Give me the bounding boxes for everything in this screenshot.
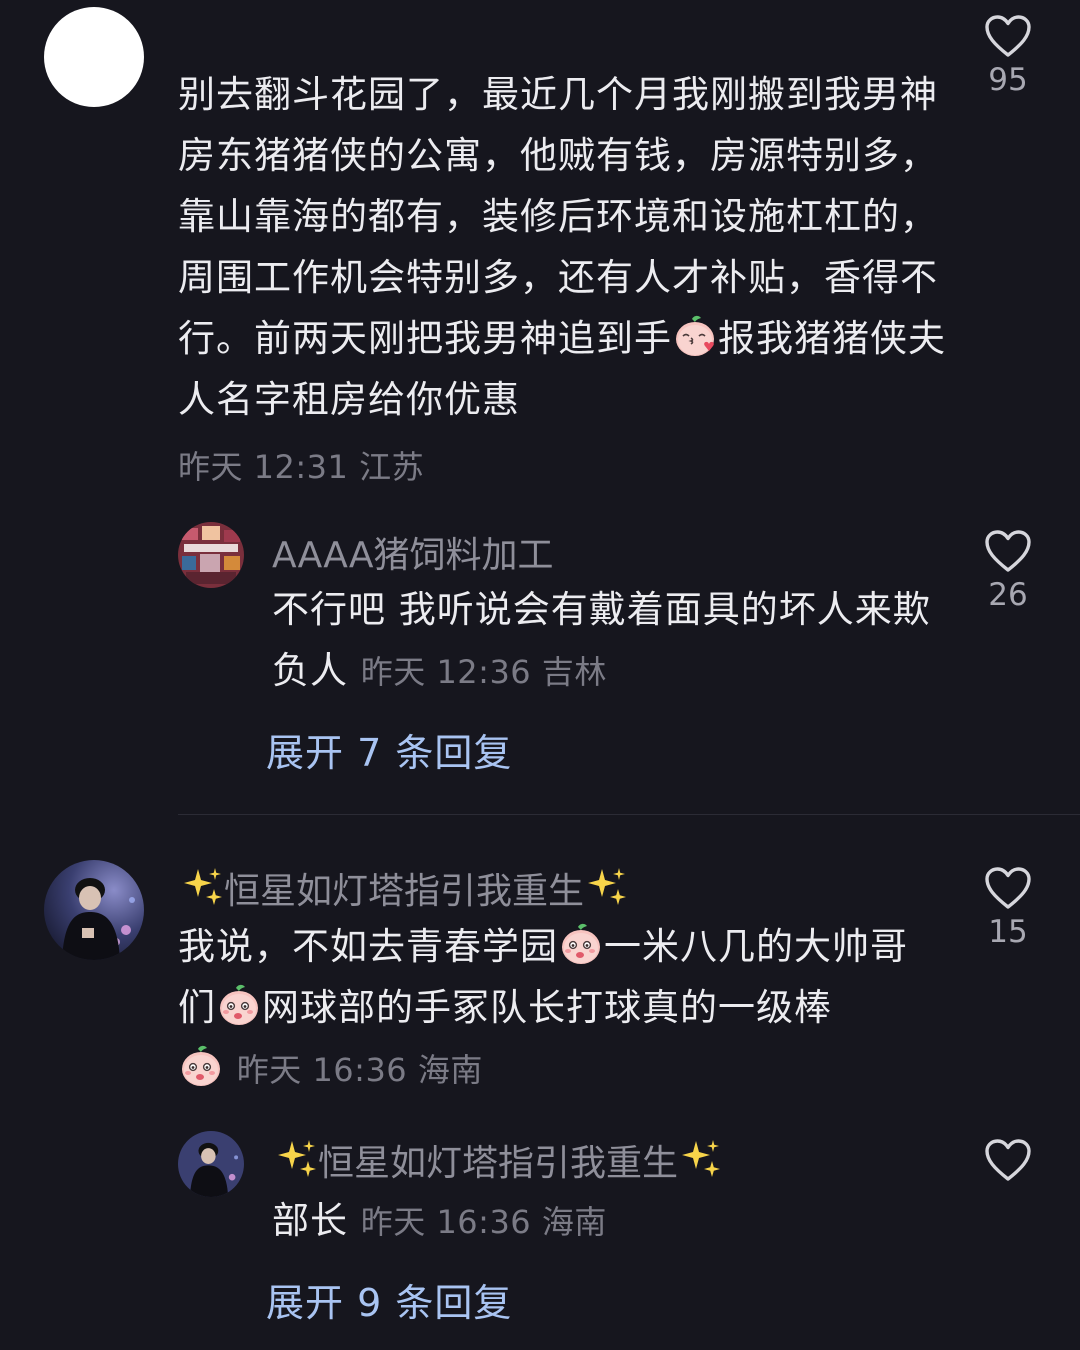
peach-face-emoji [178, 1043, 224, 1089]
username-text: 恒星如灯塔指引我重生 [318, 1143, 679, 1184]
reply-text: 部长 昨天 16:36 海南 [272, 1190, 932, 1253]
like-count: 15 [988, 914, 1028, 950]
reply-text-content: 部长 [272, 1199, 348, 1242]
peach-face-emoji [558, 921, 604, 967]
comment-meta: 昨天 12:31 江苏 [178, 448, 425, 486]
like-button[interactable]: 15 [978, 866, 1038, 950]
sparkles-emoji [678, 1137, 722, 1181]
reply-meta: 昨天 12:36 吉林 [360, 653, 607, 691]
sparkles-emoji [180, 865, 224, 909]
like-button[interactable]: 26 [978, 529, 1038, 613]
peach-kiss-emoji [672, 313, 718, 359]
heart-icon [984, 866, 1032, 910]
comment-text-part: 网球部的手冢队长打球真的一级棒 [262, 986, 832, 1029]
comment-text: 别去翻斗花园了，最近几个月我刚搬到我男神房东猪猪侠的公寓，他贼有钱，房源特别多，… [178, 64, 948, 430]
expand-replies-button[interactable]: 展开 7 条回复 [266, 722, 512, 777]
peach-face-emoji [216, 982, 262, 1028]
username-text: 恒星如灯塔指引我重生 [224, 871, 585, 912]
like-button[interactable]: 95 [978, 14, 1038, 98]
like-button[interactable] [978, 1138, 1038, 1182]
avatar[interactable] [44, 7, 144, 107]
reply-avatar[interactable] [178, 522, 244, 588]
sparkles-emoji [274, 1137, 318, 1181]
reply-meta: 昨天 16:36 海南 [360, 1203, 607, 1241]
divider [178, 814, 1080, 815]
avatar[interactable] [44, 860, 144, 960]
reply-username[interactable]: AAAA猪饲料加工 [272, 526, 554, 578]
like-count: 95 [988, 62, 1028, 98]
reply-text: 不行吧 我听说会有戴着面具的坏人来欺负人 昨天 12:36 吉林 [272, 579, 932, 703]
sparkles-emoji [584, 865, 628, 909]
heart-icon [984, 529, 1032, 573]
comment-meta: 昨天 16:36 海南 [236, 1051, 483, 1089]
reply-avatar[interactable] [178, 1131, 244, 1197]
heart-icon [984, 14, 1032, 58]
comment-text: 我说，不如去青春学园 一米八几的大帅哥们 网球部的手冢队长打球真的一级棒 昨天 16… [178, 916, 938, 1101]
heart-icon [984, 1138, 1032, 1182]
reply-username[interactable]: 恒星如灯塔指引我重生 [274, 1134, 722, 1186]
comment-text-part: 我说，不如去青春学园 [178, 925, 558, 968]
expand-replies-button[interactable]: 展开 9 条回复 [266, 1272, 512, 1327]
like-count: 26 [988, 577, 1028, 613]
comment-username[interactable]: 恒星如灯塔指引我重生 [180, 862, 628, 914]
